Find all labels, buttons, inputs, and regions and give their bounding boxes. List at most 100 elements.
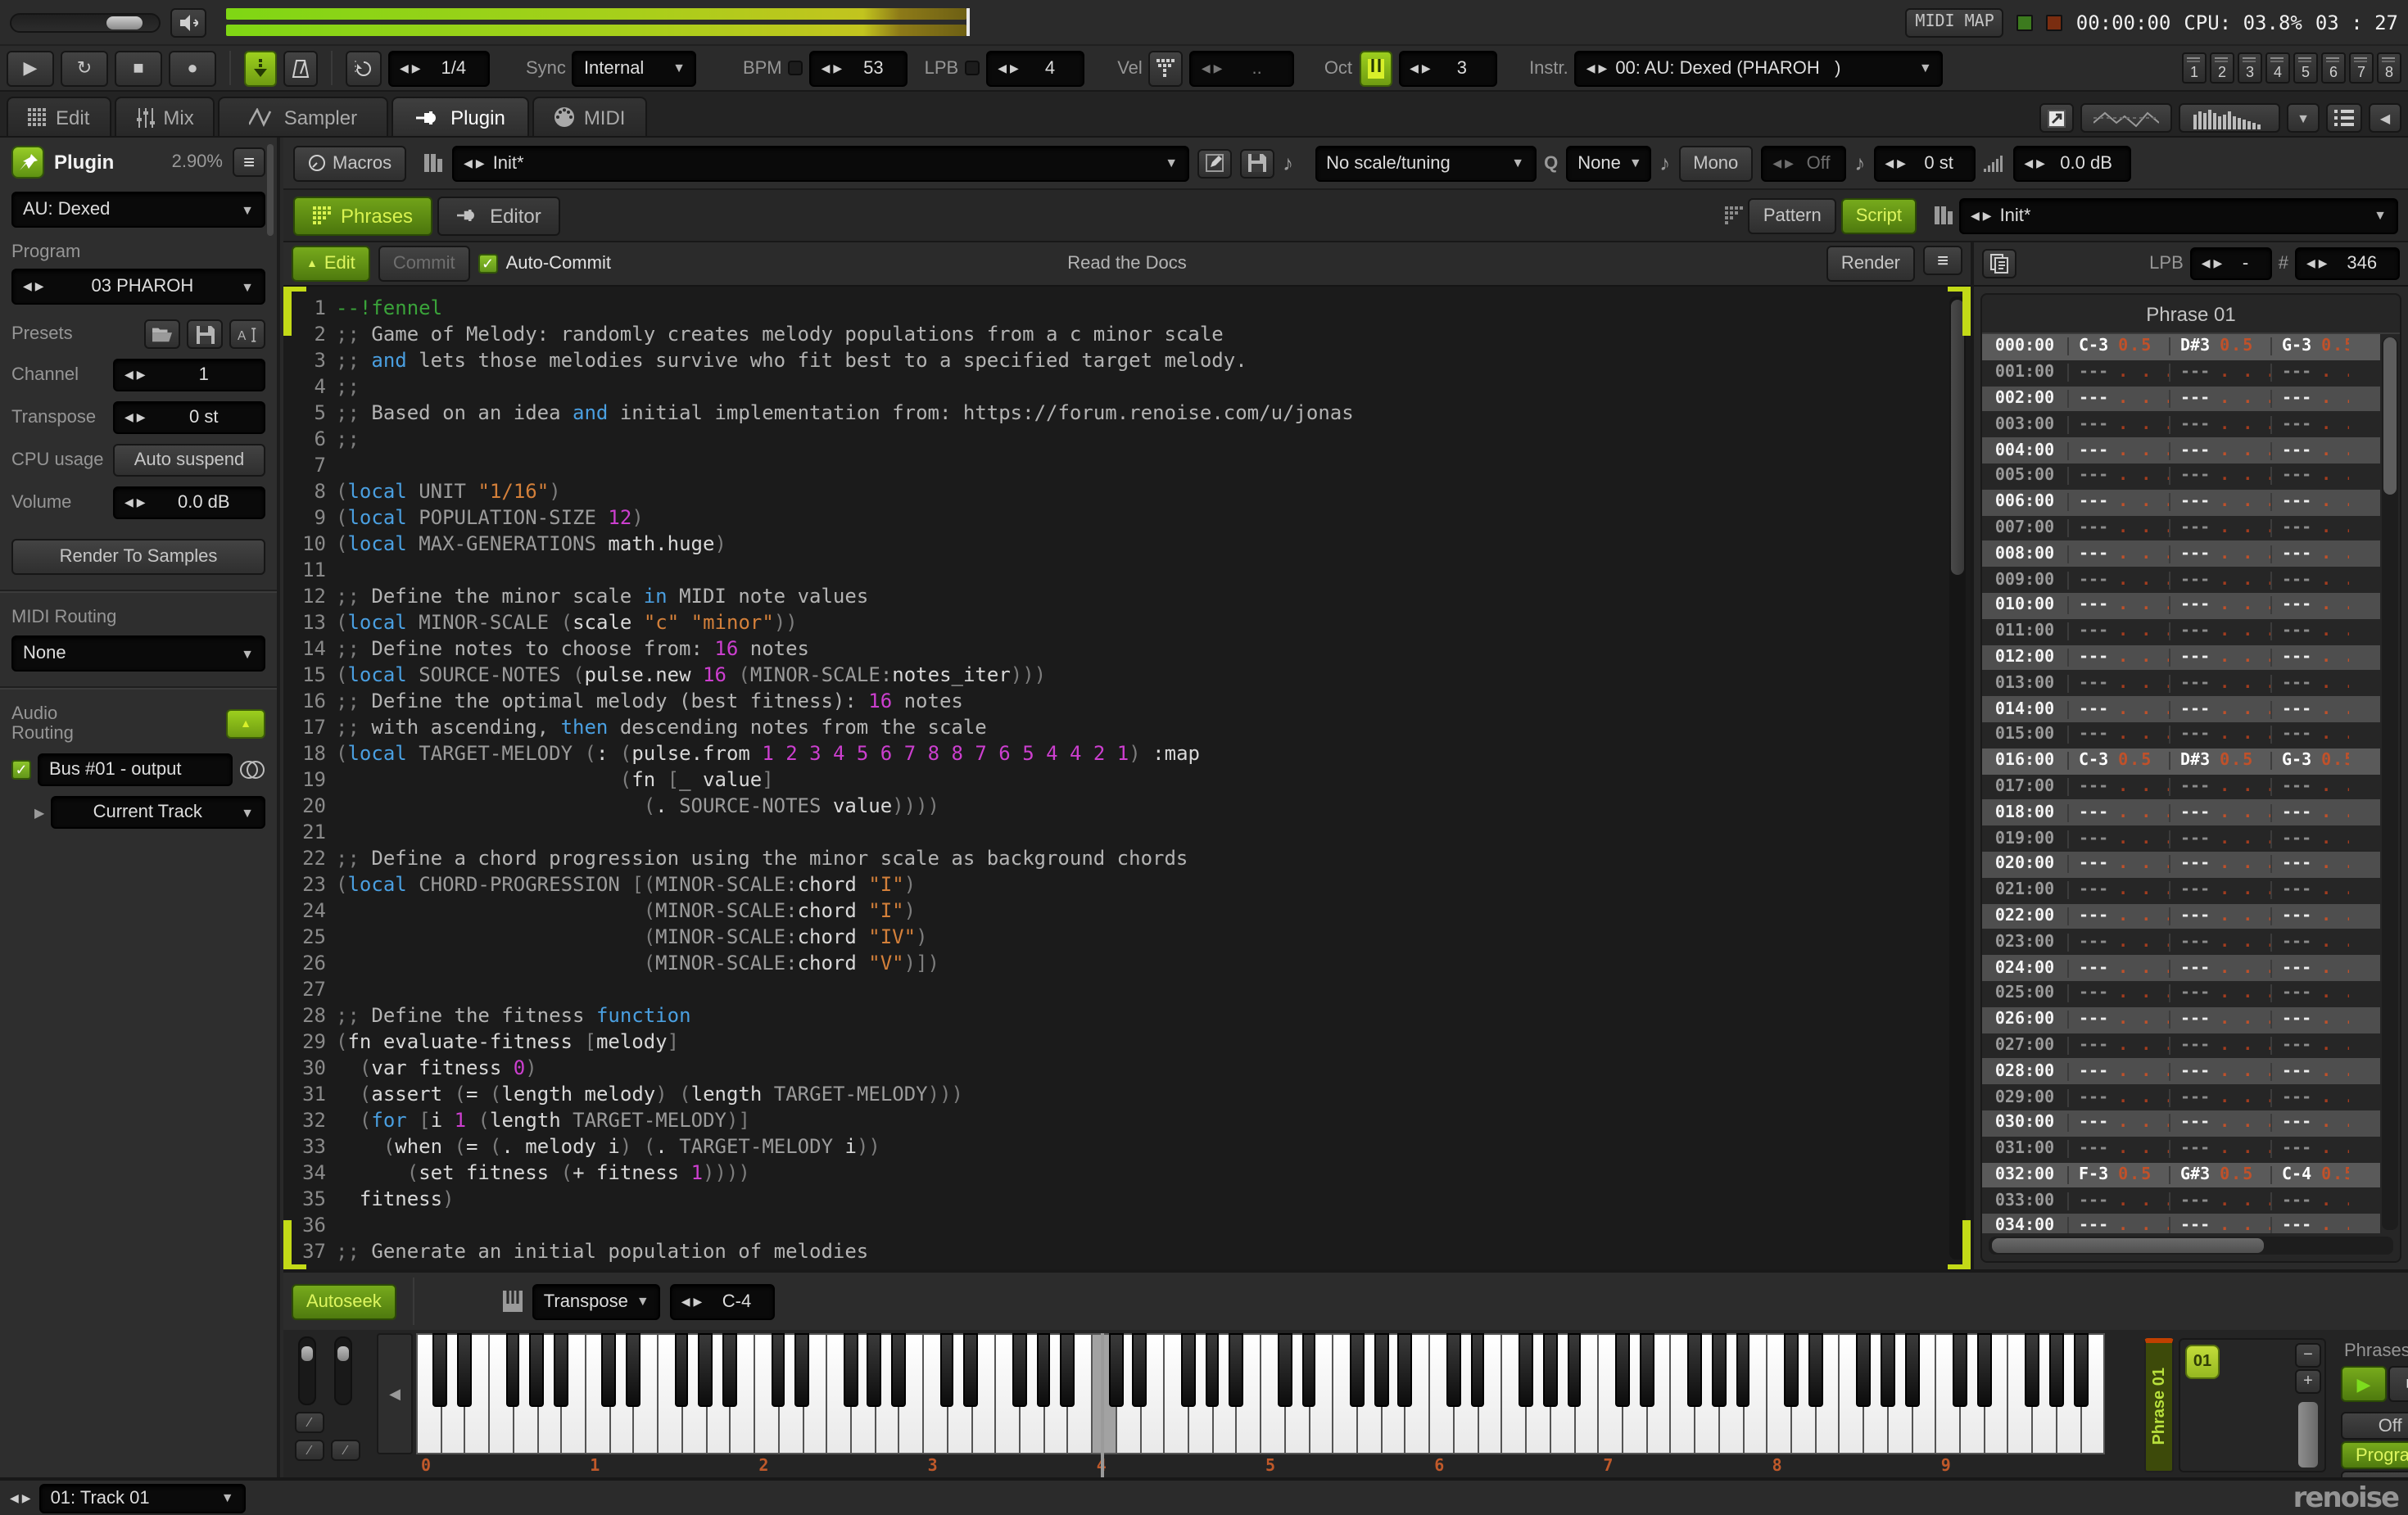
loop-button[interactable]: ↻ <box>61 50 108 86</box>
phrase-rows[interactable]: 000:00C-30.5D#30.5G-30.5001:00---. . .--… <box>1982 334 2380 1233</box>
phrase-play-button[interactable]: ▶ <box>2341 1366 2387 1402</box>
play-button[interactable]: ▶ <box>7 50 54 86</box>
code-line[interactable]: 10(local MAX-GENERATIONS math.huge) <box>283 531 1941 557</box>
volume-spinner[interactable]: ◀▶ 0.0 dB <box>113 486 265 519</box>
phrase-row[interactable]: 030:00---. . .---. . .---. . . <box>1982 1110 2380 1137</box>
code-line[interactable]: 30 (var fitness 0) <box>283 1055 1941 1081</box>
phrase-map-bar[interactable]: Phrase 01 <box>2144 1338 2174 1472</box>
midi-routing-select[interactable]: None▼ <box>11 635 265 672</box>
code-line[interactable]: 11 <box>283 557 1941 583</box>
bpm-spinner[interactable]: ◀▶ 53 <box>810 50 908 86</box>
pin-plugin-button[interactable] <box>11 146 44 179</box>
phrase-row[interactable]: 006:00---. . .---. . .---. . . <box>1982 490 2380 516</box>
phrase-row[interactable]: 012:00---. . .---. . .---. . . <box>1982 644 2380 671</box>
black-key[interactable] <box>1881 1333 1895 1407</box>
velocity-reset2-button[interactable]: ∕ <box>295 1440 324 1461</box>
auto-suspend-button[interactable]: Auto suspend <box>113 444 265 477</box>
view-preset-2[interactable]: 2 <box>2210 52 2234 84</box>
black-key[interactable] <box>1133 1333 1147 1407</box>
phrase-hscrollbar[interactable] <box>1989 1237 2393 1255</box>
black-key[interactable] <box>1350 1333 1365 1407</box>
phrase-row[interactable]: 028:00---. . .---. . .---. . . <box>1982 1059 2380 1085</box>
code-line[interactable]: 33 (when (= (. melody i) (. TARGET-MELOD… <box>283 1133 1941 1160</box>
render-to-samples-button[interactable]: Render To Samples <box>11 539 265 575</box>
view-preset-8[interactable]: 8 <box>2377 52 2401 84</box>
black-key[interactable] <box>1374 1333 1388 1407</box>
remove-phrase-button[interactable]: − <box>2295 1343 2321 1368</box>
phrase-row[interactable]: 001:00---. . .---. . .---. . . <box>1982 360 2380 387</box>
code-line[interactable]: 24 (MINOR-SCALE:chord "I") <box>283 898 1941 924</box>
render-button[interactable]: Render <box>1826 246 1915 282</box>
black-key[interactable] <box>1640 1333 1654 1407</box>
octave-keyboard-button[interactable] <box>1359 50 1392 86</box>
black-key[interactable] <box>1012 1333 1027 1407</box>
code-line[interactable]: 17;; with ascending, then descending not… <box>283 714 1941 740</box>
velocity-fader[interactable] <box>298 1336 316 1405</box>
phrase-row[interactable]: 017:00---. . .---. . .---. . . <box>1982 774 2380 800</box>
phrase-slot-01[interactable]: 01 <box>2185 1345 2220 1379</box>
instr-preset-select[interactable]: ◀▶ Init* ▼ <box>452 145 1189 181</box>
tab-phrases[interactable]: Phrases <box>293 196 432 235</box>
lpb-automation-checkbox[interactable] <box>965 61 980 75</box>
code-line[interactable]: 31 (assert (= (length melody) (length TA… <box>283 1081 1941 1107</box>
phrase-row[interactable]: 018:00---. . .---. . .---. . . <box>1982 800 2380 826</box>
code-editor[interactable]: 1--!fennel2;; Game of Melody: randomly c… <box>283 287 1971 1269</box>
code-line[interactable]: 32 (for [i 1 (length TARGET-MELODY)] <box>283 1107 1941 1133</box>
phrase-mode-program-button[interactable]: Program <box>2341 1441 2408 1469</box>
keymap-mode-select[interactable]: Transpose▼ <box>532 1283 660 1319</box>
code-line[interactable]: 29(fn evaluate-fitness [melody] <box>283 1029 1941 1055</box>
black-key[interactable] <box>602 1333 617 1407</box>
view-preset-4[interactable]: 4 <box>2265 52 2290 84</box>
mono-button[interactable]: Mono <box>1678 145 1753 181</box>
copy-phrase-button[interactable] <box>1982 249 2016 278</box>
code-line[interactable]: 12;; Define the minor scale in MIDI note… <box>283 583 1941 609</box>
autoseek-button[interactable]: Autoseek <box>292 1283 396 1319</box>
bpm-automation-checkbox[interactable] <box>789 61 803 75</box>
code-line[interactable]: 7 <box>283 452 1941 478</box>
tab-mix[interactable]: Mix <box>114 97 215 136</box>
black-key[interactable] <box>1036 1333 1051 1407</box>
pan-reset-button[interactable]: ∕ <box>331 1440 360 1461</box>
pattern-mode-button[interactable]: Pattern <box>1749 197 1836 233</box>
black-key[interactable] <box>433 1333 448 1407</box>
black-key[interactable] <box>1470 1333 1485 1407</box>
auto-commit-checkbox[interactable]: ✓ <box>478 254 498 274</box>
plugin-menu-button[interactable]: ≡ <box>233 147 265 177</box>
bus-output-checkbox[interactable]: ✓ <box>11 760 31 780</box>
black-key[interactable] <box>964 1333 979 1407</box>
velocity-reset-button[interactable]: ∕ <box>295 1412 324 1433</box>
code-line[interactable]: 14;; Define notes to choose from: 16 not… <box>283 635 1941 662</box>
phrase-row[interactable]: 004:00---. . .---. . .---. . . <box>1982 437 2380 464</box>
phrase-row[interactable]: 023:00---. . .---. . .---. . . <box>1982 929 2380 956</box>
midi-map-button[interactable]: MIDI MAP <box>1905 7 2003 37</box>
black-key[interactable] <box>722 1333 737 1407</box>
view-preset-1[interactable]: 1 <box>2182 52 2207 84</box>
phrase-row[interactable]: 025:00---. . .---. . .---. . . <box>1982 981 2380 1007</box>
edit-mode-button[interactable]: ▲Edit <box>292 246 370 282</box>
phrase-row[interactable]: 022:00---. . .---. . .---. . . <box>1982 903 2380 929</box>
code-line[interactable]: 21 <box>283 819 1941 845</box>
spectrum-button[interactable] <box>2179 103 2280 133</box>
code-line[interactable]: 16;; Define the optimal melody (best fit… <box>283 688 1941 714</box>
black-key[interactable] <box>843 1333 858 1407</box>
phrase-row[interactable]: 029:00---. . .---. . .---. . . <box>1982 1084 2380 1110</box>
sync-select[interactable]: Internal▼ <box>573 50 697 86</box>
preset-rename-button[interactable]: A <box>229 319 265 349</box>
black-key[interactable] <box>1857 1333 1872 1407</box>
keyboard-scroll-left-button[interactable]: ◀ <box>377 1333 413 1454</box>
code-line[interactable]: 25 (MINOR-SCALE:chord "IV") <box>283 924 1941 950</box>
code-line[interactable]: 26 (MINOR-SCALE:chord "V")]) <box>283 950 1941 976</box>
piano-keyboard[interactable]: 0123456789 <box>416 1333 2105 1454</box>
phrase-stop-button[interactable]: ■ <box>2388 1366 2408 1402</box>
tab-midi[interactable]: MIDI <box>533 97 647 136</box>
editor-menu-button[interactable]: ≡ <box>1923 246 1962 275</box>
code-line[interactable]: 23(local CHORD-PROGRESSION [(MINOR-SCALE… <box>283 871 1941 898</box>
black-key[interactable] <box>674 1333 689 1407</box>
view-preset-5[interactable]: 5 <box>2293 52 2318 84</box>
phrase-row[interactable]: 019:00---. . .---. . .---. . . <box>1982 825 2380 852</box>
track-list-button[interactable] <box>2326 103 2362 133</box>
channel-spinner[interactable]: ◀▶ 1 <box>113 359 265 391</box>
code-line[interactable]: 18(local TARGET-MELODY (: (pulse.from 1 … <box>283 740 1941 767</box>
phrase-row[interactable]: 021:00---. . .---. . .---. . . <box>1982 877 2380 903</box>
mute-speaker-button[interactable] <box>170 7 206 37</box>
